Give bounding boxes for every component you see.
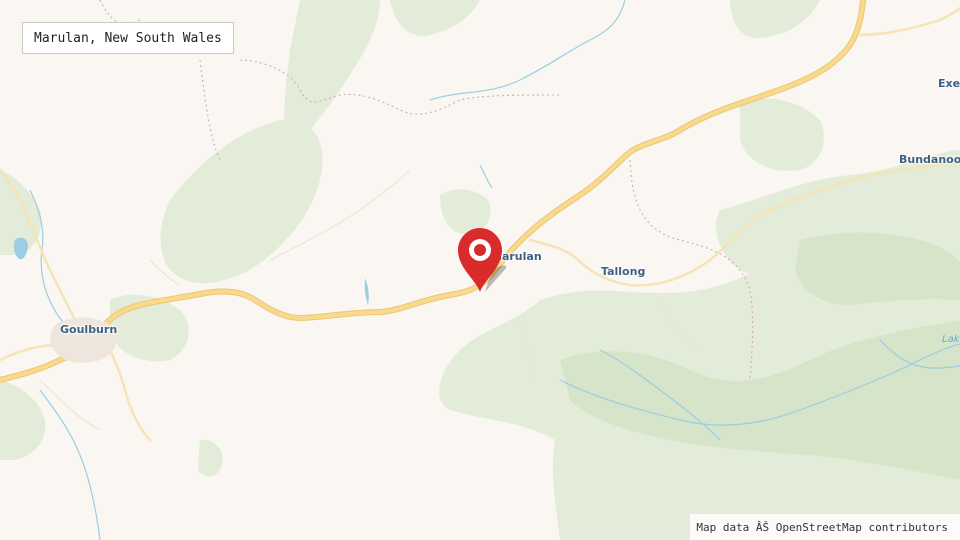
map-attribution[interactable]: Map data ÂŠ OpenStreetMap contributors (690, 514, 960, 540)
place-label-bundanoon: Bundanoon (899, 153, 960, 166)
map-canvas[interactable]: Goulburn Marulan Tallong Bundanoon Exete… (0, 0, 960, 540)
place-label-exeter: Exeter (938, 77, 960, 90)
place-label-tallong: Tallong (601, 265, 646, 278)
place-label-goulburn: Goulburn (60, 323, 118, 336)
map-pin-icon[interactable] (458, 228, 506, 294)
water-label-lake: Lake (942, 334, 960, 345)
location-title: Marulan, New South Wales (22, 22, 234, 54)
